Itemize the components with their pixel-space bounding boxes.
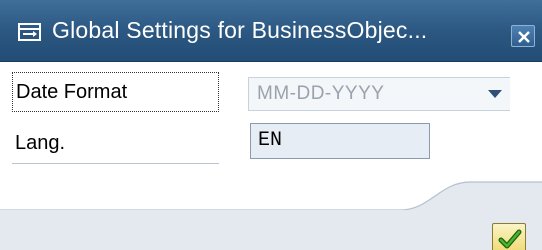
- form-area: Date Format MM-DD-YYYY Lang. EN: [0, 62, 542, 182]
- date-format-value: MM-DD-YYYY: [257, 83, 385, 104]
- dialog-title: Global Settings for BusinessObjec...: [52, 17, 428, 43]
- dialog-icon: [18, 22, 42, 42]
- language-label: Lang.: [12, 124, 219, 164]
- dropdown-arrow-icon[interactable]: [488, 90, 502, 98]
- confirm-button[interactable]: [492, 223, 526, 250]
- date-format-label: Date Format: [12, 72, 219, 112]
- language-input[interactable]: EN: [250, 123, 430, 159]
- date-format-select[interactable]: MM-DD-YYYY: [248, 77, 510, 111]
- close-button[interactable]: [511, 25, 535, 47]
- title-bar: Global Settings for BusinessObjec...: [0, 0, 542, 62]
- footer-divider-curve: [0, 170, 542, 210]
- settings-dialog: Global Settings for BusinessObjec... Dat…: [0, 0, 542, 250]
